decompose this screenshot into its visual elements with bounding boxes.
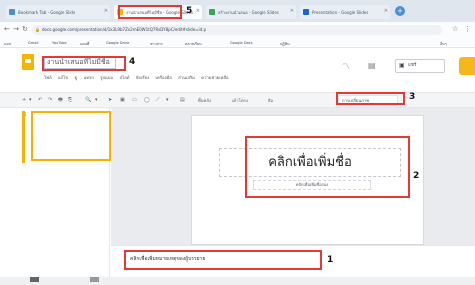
callout-number: 5 bbox=[186, 6, 193, 16]
bookmark-item[interactable]: คลาสเรียน bbox=[185, 41, 202, 47]
redo-icon[interactable]: ↷ bbox=[48, 97, 52, 103]
grid-view-icon[interactable] bbox=[30, 277, 39, 282]
tab-favicon-icon bbox=[9, 9, 15, 15]
avatar[interactable] bbox=[459, 57, 475, 75]
screen: { "browser": { "tabs": [ {"title": "Book… bbox=[0, 0, 475, 285]
close-tab-icon[interactable]: × bbox=[290, 8, 294, 14]
browser-tab[interactable]: Presentation - Google Slides × bbox=[300, 5, 390, 19]
bookmark-item[interactable]: Gmail bbox=[28, 41, 39, 45]
shape-icon[interactable]: ◯ bbox=[144, 97, 150, 103]
line-icon[interactable]: ⟋ bbox=[156, 97, 160, 103]
paint-format-icon[interactable]: ⎘ bbox=[68, 97, 72, 103]
callout-box-transition bbox=[336, 92, 405, 105]
menu-help[interactable]: ความช่วยเหลือ bbox=[201, 75, 228, 80]
close-tab-icon[interactable]: × bbox=[104, 8, 108, 14]
bookmark-item[interactable]: YouTube bbox=[52, 41, 67, 45]
callout-box-tab bbox=[118, 5, 182, 19]
lock-icon: 🔒 bbox=[35, 27, 40, 32]
print-icon[interactable]: 🖶 bbox=[58, 97, 63, 105]
share-button[interactable]: ▣ แชร์ bbox=[395, 59, 445, 73]
activity-icon[interactable]: 〽 bbox=[342, 61, 350, 72]
comment-add-icon[interactable]: ▤ bbox=[180, 97, 185, 103]
menu-icon[interactable]: ⋮ bbox=[464, 25, 471, 33]
menu-edit[interactable]: แก้ไข bbox=[58, 75, 68, 80]
slide-filmstrip: 1 bbox=[0, 108, 111, 285]
menu-arrange[interactable]: จัดเรียง bbox=[136, 75, 149, 80]
bookmark-item[interactable]: แผนที่ bbox=[80, 41, 89, 47]
callout-box-placeholder bbox=[245, 136, 410, 198]
callout-box-title bbox=[42, 56, 126, 71]
background-button[interactable]: พื้นหลัง bbox=[198, 97, 211, 104]
forward-icon[interactable]: → bbox=[13, 25, 19, 33]
bookmark-item[interactable]: Google Drive bbox=[106, 41, 129, 45]
theme-button[interactable]: ธีม bbox=[268, 97, 273, 104]
select-cursor-icon[interactable]: ➤ bbox=[108, 97, 112, 103]
zoom-dropdown-icon[interactable]: ▾ bbox=[95, 97, 98, 103]
menu-format[interactable]: รูปแบบ bbox=[100, 75, 113, 80]
tab-title: Bookmark Tab - Google Slide bbox=[18, 9, 76, 15]
callout-box-notes bbox=[124, 250, 322, 270]
tab-title: Presentation - Google Slides bbox=[312, 9, 369, 15]
menu-addons[interactable]: ส่วนเสริม bbox=[178, 75, 195, 80]
image-icon[interactable]: ▭ bbox=[132, 97, 137, 103]
bookmark-item[interactable]: อื่นๆ bbox=[440, 41, 447, 47]
reload-icon[interactable]: ↻ bbox=[22, 25, 28, 33]
browser-tab[interactable]: Bookmark Tab - Google Slide × bbox=[6, 5, 110, 19]
bookmark-item[interactable]: ข่าวสาร bbox=[150, 41, 163, 47]
callout-number: 4 bbox=[129, 57, 136, 67]
layout-button[interactable]: เค้าโครง bbox=[232, 97, 248, 104]
text-box-icon[interactable]: ▣ bbox=[120, 97, 125, 103]
menu-bar: ไฟล์ แก้ไข ดู แทรก รูปแบบ สไลด์ จัดเรียง… bbox=[44, 74, 233, 81]
share-label: แชร์ bbox=[408, 63, 417, 68]
tab-favicon-icon bbox=[209, 9, 215, 15]
tab-favicon-icon bbox=[303, 9, 309, 15]
bookmark-item[interactable]: ปฏิทิน bbox=[280, 41, 290, 47]
callout-number: 1 bbox=[327, 255, 334, 265]
present-icon: ▣ bbox=[399, 62, 405, 69]
close-tab-icon[interactable]: × bbox=[384, 8, 388, 14]
new-slide-dropdown-icon[interactable]: ▾ bbox=[29, 97, 32, 103]
current-slide-marker bbox=[22, 111, 25, 163]
menu-slide[interactable]: สไลด์ bbox=[119, 75, 129, 80]
slide-number: 1 bbox=[24, 112, 27, 117]
line-dropdown-icon[interactable]: ▾ bbox=[166, 97, 169, 103]
bottom-bar bbox=[0, 277, 475, 285]
bookmark-item[interactable]: แอป bbox=[4, 41, 11, 47]
address-bar[interactable]: 🔒 docs.google.com/presentation/d/1k3L9b7… bbox=[32, 25, 442, 35]
menu-insert[interactable]: แทรก bbox=[84, 75, 94, 80]
new-slide-icon[interactable]: + bbox=[22, 97, 26, 103]
comments-icon[interactable]: ▤ bbox=[368, 61, 376, 70]
close-tab-icon[interactable]: × bbox=[196, 8, 200, 14]
back-icon[interactable]: ← bbox=[4, 25, 10, 33]
undo-icon[interactable]: ↶ bbox=[38, 97, 42, 103]
browser-toolbar: ← → ↻ 🔒 docs.google.com/presentation/d/1… bbox=[0, 22, 475, 38]
tab-strip: Bookmark Tab - Google Slide × งานนำเสนอท… bbox=[0, 0, 475, 22]
menu-file[interactable]: ไฟล์ bbox=[44, 75, 52, 80]
star-icon[interactable]: ☆ bbox=[452, 25, 458, 33]
slides-logo-icon[interactable] bbox=[22, 54, 34, 70]
slide-thumbnail[interactable] bbox=[31, 111, 111, 161]
bookmarks-bar: แอป Gmail YouTube แผนที่ Google Drive ข่… bbox=[0, 38, 475, 48]
browser-tab[interactable]: สร้างงานนำเสนอ - Google Slides × bbox=[206, 5, 296, 19]
url-text: docs.google.com/presentation/d/1k3L9b7Zx… bbox=[42, 27, 206, 32]
callout-number: 2 bbox=[413, 171, 420, 181]
filmstrip-view-icon[interactable] bbox=[90, 277, 99, 282]
zoom-icon[interactable]: 🔍 bbox=[85, 97, 91, 103]
bookmark-item[interactable]: Google Docs bbox=[230, 41, 253, 45]
menu-view[interactable]: ดู bbox=[75, 75, 78, 80]
tab-title: สร้างงานนำเสนอ - Google Slides bbox=[218, 9, 279, 15]
menu-tools[interactable]: เครื่องมือ bbox=[155, 75, 171, 80]
callout-number: 3 bbox=[409, 92, 416, 102]
new-tab-button[interactable]: + bbox=[395, 6, 405, 16]
